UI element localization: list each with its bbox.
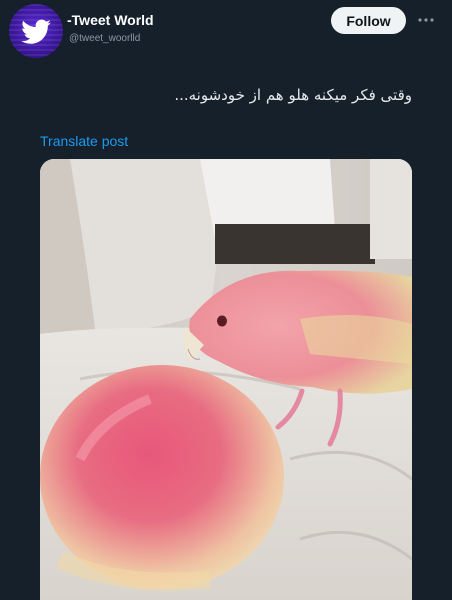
user-handle[interactable]: @tweet_woorlld xyxy=(69,33,140,44)
more-options-icon[interactable] xyxy=(415,9,437,31)
display-name[interactable]: -Tweet World xyxy=(67,12,154,28)
avatar[interactable] xyxy=(9,4,63,58)
photo-parrot-peach xyxy=(40,159,412,600)
ellipsis-icon xyxy=(418,18,434,22)
post-text: وقتی فکر میکنه هلو هم از خودشونه... xyxy=(174,86,412,104)
post-photo[interactable] xyxy=(40,159,412,600)
follow-button[interactable]: Follow xyxy=(331,7,406,34)
twitter-bird-icon xyxy=(21,19,51,44)
post-header: -Tweet World @tweet_woorlld Follow xyxy=(0,0,452,60)
translate-post-link[interactable]: Translate post xyxy=(40,133,128,149)
